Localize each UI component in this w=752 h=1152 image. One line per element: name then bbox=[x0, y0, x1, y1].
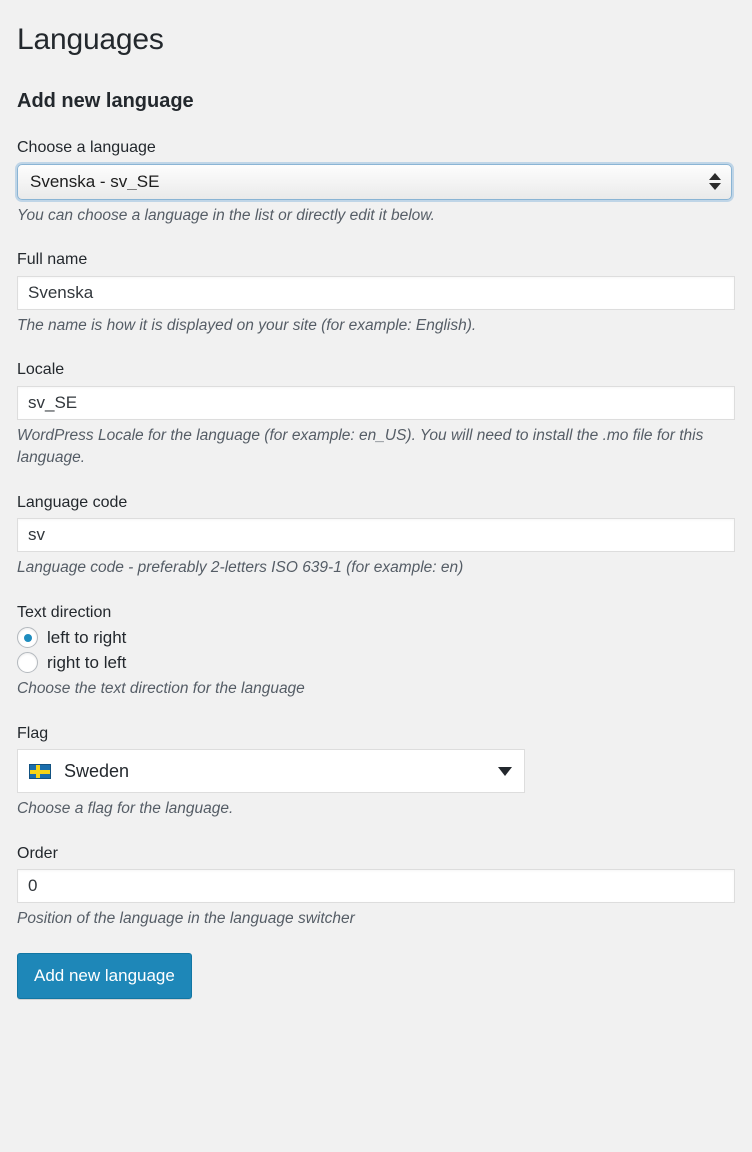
languages-settings-page: Languages Add new language Choose a lang… bbox=[0, 0, 752, 999]
choose-language-description: You can choose a language in the list or… bbox=[17, 206, 435, 224]
radio-row-right-to-left[interactable]: right to left bbox=[17, 652, 735, 674]
choose-language-selected-value: Svenska - sv_SE bbox=[30, 173, 160, 191]
field-flag: Flag Sweden Choose a flag for the langua… bbox=[17, 723, 735, 821]
radio-right-to-left-label: right to left bbox=[47, 653, 127, 673]
full-name-input[interactable] bbox=[17, 275, 735, 310]
chevron-down-icon bbox=[709, 183, 721, 191]
text-direction-label: Text direction bbox=[17, 603, 112, 621]
page-title: Languages bbox=[17, 23, 164, 56]
flag-select[interactable]: Sweden bbox=[17, 749, 525, 794]
radio-left-to-right-label: left to right bbox=[47, 628, 127, 648]
field-order: Order Position of the language in the la… bbox=[17, 843, 735, 931]
radio-left-to-right[interactable] bbox=[17, 627, 38, 649]
field-text-direction: Text direction left to right right to le… bbox=[17, 602, 735, 701]
choose-language-select[interactable]: Svenska - sv_SE bbox=[17, 163, 732, 200]
radio-row-left-to-right[interactable]: left to right bbox=[17, 627, 735, 649]
section-title-add-new-language: Add new language bbox=[17, 90, 194, 112]
full-name-description: The name is how it is displayed on your … bbox=[17, 316, 477, 334]
add-new-language-button[interactable]: Add new language bbox=[17, 952, 192, 999]
locale-description: WordPress Locale for the language (for e… bbox=[17, 426, 704, 467]
field-full-name: Full name The name is how it is displaye… bbox=[17, 249, 735, 337]
text-direction-description: Choose the text direction for the langua… bbox=[17, 680, 305, 698]
chevron-up-icon bbox=[709, 173, 721, 181]
locale-label: Locale bbox=[17, 361, 65, 379]
order-description: Position of the language in the language… bbox=[17, 910, 355, 928]
field-choose-language: Choose a language Svenska - sv_SE You ca… bbox=[17, 137, 735, 227]
order-label: Order bbox=[17, 844, 58, 862]
field-locale: Locale WordPress Locale for the language… bbox=[17, 359, 735, 470]
sweden-flag-icon bbox=[29, 763, 51, 779]
flag-label: Flag bbox=[17, 724, 49, 742]
locale-input[interactable] bbox=[17, 385, 735, 420]
radio-right-to-left[interactable] bbox=[17, 652, 38, 674]
chevron-down-icon[interactable] bbox=[498, 766, 512, 776]
updown-stepper-icon[interactable] bbox=[702, 165, 728, 199]
full-name-label: Full name bbox=[17, 251, 88, 269]
choose-language-label: Choose a language bbox=[17, 139, 156, 156]
language-code-description: Language code - preferably 2-letters ISO… bbox=[17, 559, 464, 577]
field-language-code: Language code Language code - preferably… bbox=[17, 492, 735, 580]
flag-description: Choose a flag for the language. bbox=[17, 800, 234, 818]
order-input[interactable] bbox=[17, 869, 735, 904]
radio-selected-dot-icon bbox=[23, 633, 32, 642]
language-code-input[interactable] bbox=[17, 518, 735, 553]
language-code-label: Language code bbox=[17, 493, 128, 511]
flag-selected-value: Sweden bbox=[64, 761, 130, 782]
